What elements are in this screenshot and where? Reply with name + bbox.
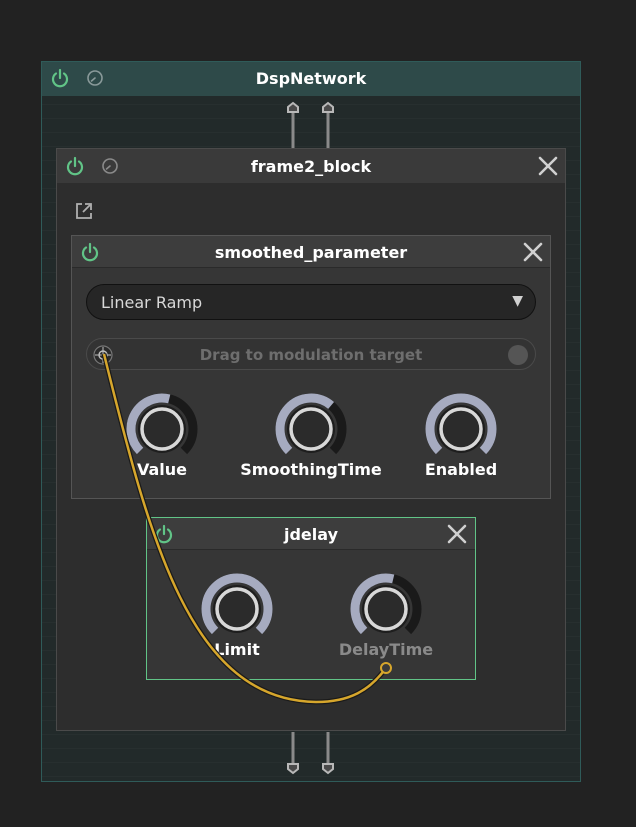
knob-smoothing-time-label: SmoothingTime xyxy=(240,460,382,479)
smoothed-parameter-header: smoothed_parameter xyxy=(72,236,550,268)
knob-limit-label: Limit xyxy=(214,640,260,659)
knob-value[interactable] xyxy=(125,392,199,466)
modulation-drag-target[interactable]: Drag to modulation target xyxy=(86,338,536,370)
knob-enabled[interactable] xyxy=(424,392,498,466)
knob-enabled-label: Enabled xyxy=(424,460,498,479)
mode-dropdown-value: Linear Ramp xyxy=(101,293,203,312)
popout-icon[interactable] xyxy=(74,201,94,221)
knob-limit[interactable] xyxy=(200,572,274,646)
knob-delay-time-label: DelayTime xyxy=(338,640,434,659)
knob-value-label: Value xyxy=(136,460,188,479)
drag-hint-text: Drag to modulation target xyxy=(199,346,423,364)
smoothed-parameter-title: smoothed_parameter xyxy=(214,243,408,262)
dropdown-arrow-icon: ▼ xyxy=(512,293,523,309)
jdelay-header: jdelay xyxy=(147,518,475,550)
jdelay-title: jdelay xyxy=(283,525,338,544)
smoothed-parameter-node: smoothed_parameter Linear Ramp ▼ Drag to… xyxy=(71,235,551,499)
frame2-block-title: frame2_block xyxy=(250,157,372,176)
frame2-block-header: frame2_block xyxy=(57,149,565,183)
close-icon[interactable] xyxy=(522,241,544,263)
mode-dropdown[interactable]: Linear Ramp ▼ xyxy=(86,284,536,320)
close-icon[interactable] xyxy=(446,523,468,545)
knob-smoothing-time[interactable] xyxy=(274,392,348,466)
jdelay-node: jdelay Limit DelayTime xyxy=(146,517,476,680)
close-icon[interactable] xyxy=(537,155,559,177)
knob-delay-time[interactable] xyxy=(349,572,423,646)
modulation-led xyxy=(508,345,528,365)
